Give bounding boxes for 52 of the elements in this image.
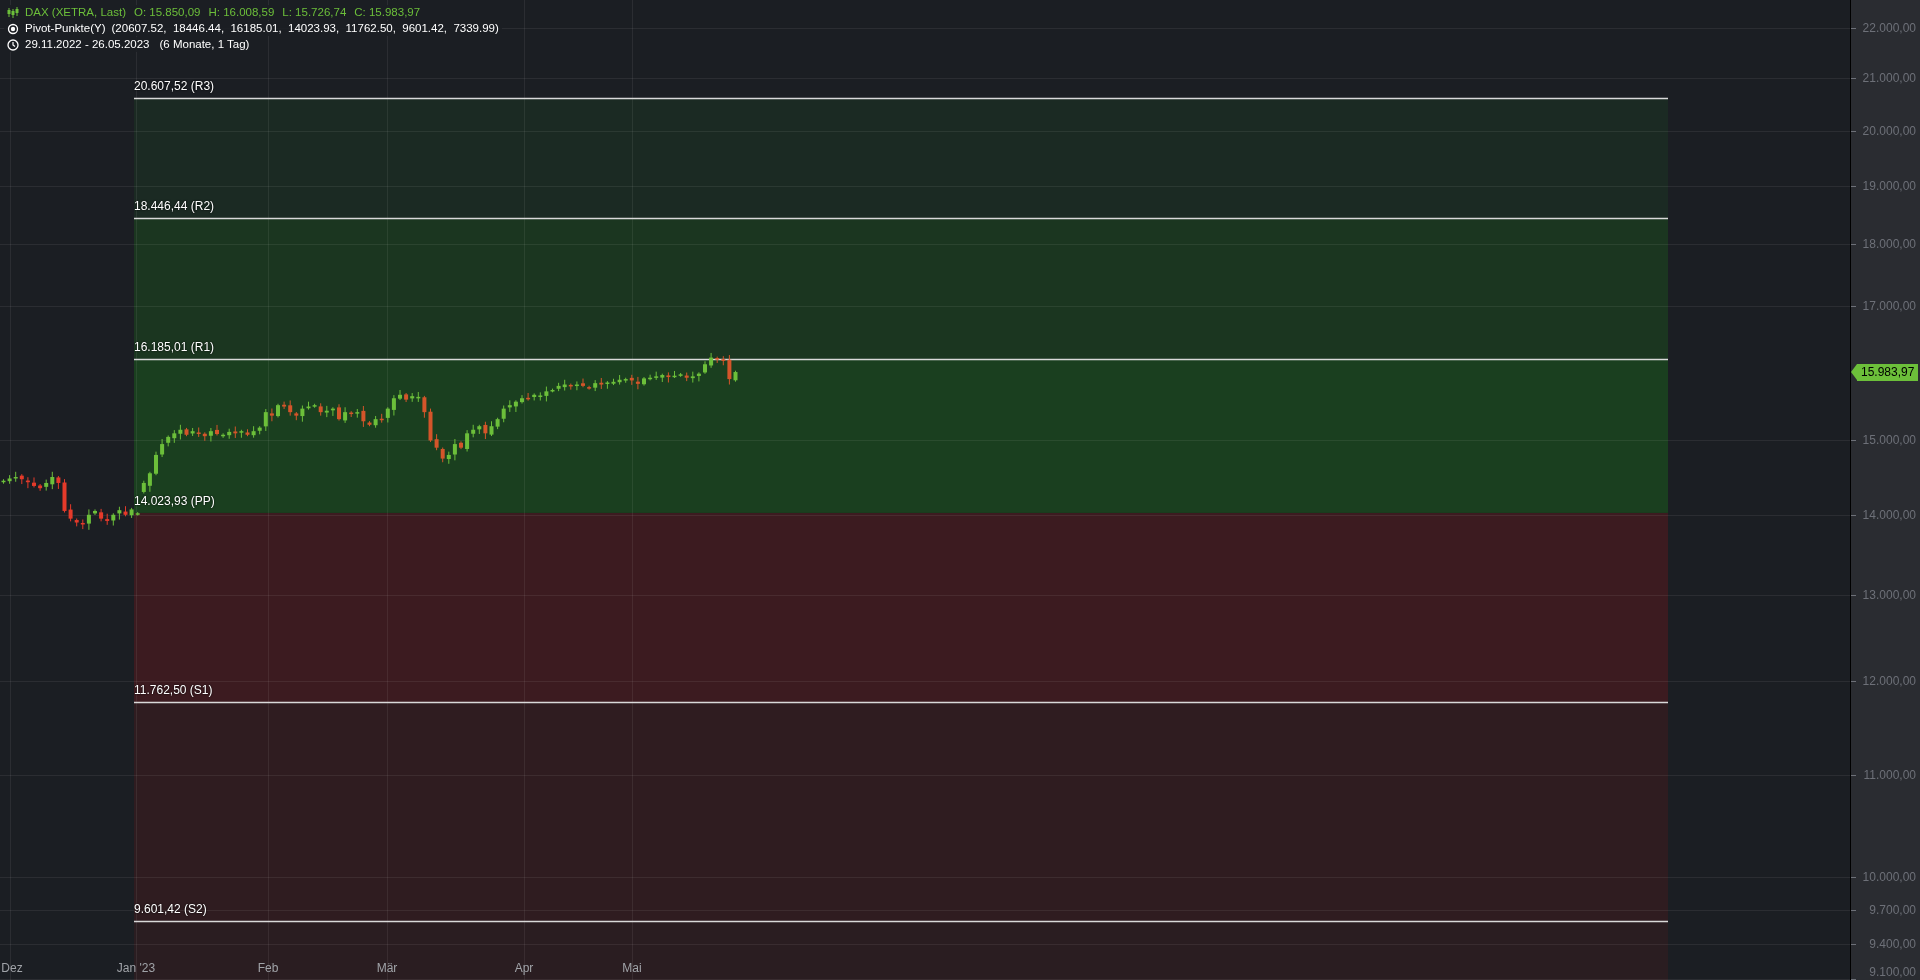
price-tick-label: 9.400,00: [1869, 936, 1916, 951]
level-label: 9.601,42 (S2): [134, 901, 207, 916]
price-tick-label: 9.100,00: [1869, 965, 1916, 979]
target-icon: [7, 22, 19, 35]
price-tick-label: 9.700,00: [1869, 902, 1916, 917]
date-label: Apr: [514, 961, 534, 975]
price-value: C: 15.983,97: [354, 5, 421, 20]
candle: [32, 476, 36, 488]
price-tick-label: 18.000,00: [1862, 237, 1916, 252]
level-label: 16.185,01 (R1): [134, 339, 215, 354]
date-label: Dez: [1, 961, 23, 975]
price-tick-label: 11.000,00: [1863, 767, 1916, 782]
indicator-values: (20607.52, 18446.44, 16185.01, 14023.93, 11762.50, 9601.42, 7339.99): [111, 21, 499, 36]
price-tick-label: 10.000,00: [1862, 870, 1916, 885]
candle: [459, 440, 463, 450]
date-label: Mai: [622, 961, 642, 975]
candlestick-icon: [7, 6, 19, 19]
candle: [642, 376, 646, 387]
price-tick-label: 22.000,00: [1862, 21, 1916, 35]
candle: [337, 403, 341, 422]
candle: [398, 389, 402, 401]
price-tick-label: 20.000,00: [1862, 123, 1916, 138]
candle: [276, 403, 280, 418]
date-range: 29.11.2022 - 26.05.2023: [25, 37, 150, 52]
price-tick-label: 21.000,00: [1862, 71, 1916, 86]
clock-icon: [7, 38, 19, 51]
price-tick-label: 19.000,00: [1862, 178, 1916, 193]
price-tick-label: 13.000,00: [1862, 587, 1916, 602]
price-value: L: 15.726,74: [282, 5, 347, 20]
indicator-name: Pivot-Punkte(Y): [25, 21, 106, 36]
price-tick-label: 12.000,00: [1862, 673, 1916, 688]
candle: [93, 508, 97, 516]
date-label: Jan '23: [116, 961, 156, 975]
instrument-name: DAX (XETRA, Last): [25, 5, 126, 20]
date-label: Mär: [376, 961, 398, 975]
period-length: (6 Monate, 1 Tag): [159, 37, 250, 52]
price-tick-label: 17.000,00: [1862, 298, 1916, 313]
candle: [154, 451, 158, 476]
price-value: H: 16.008,59: [208, 5, 275, 20]
candle: [703, 360, 707, 375]
level-label: 11.762,50 (S1): [134, 683, 213, 698]
candle: [520, 394, 524, 404]
level-label: 18.446,44 (R2): [134, 198, 215, 213]
level-label: 14.023,93 (PP): [134, 493, 215, 508]
level-label: 20.607,52 (R3): [134, 79, 215, 94]
candle: [215, 424, 219, 436]
price-value: O: 15.850,09: [133, 5, 201, 20]
date-label: Feb: [257, 961, 279, 975]
price-tick-label: 15.000,00: [1862, 433, 1916, 448]
candle: [581, 378, 585, 388]
price-tick-label: 14.000,00: [1862, 507, 1916, 522]
last-price-tag: 15.983,97: [1857, 363, 1919, 381]
